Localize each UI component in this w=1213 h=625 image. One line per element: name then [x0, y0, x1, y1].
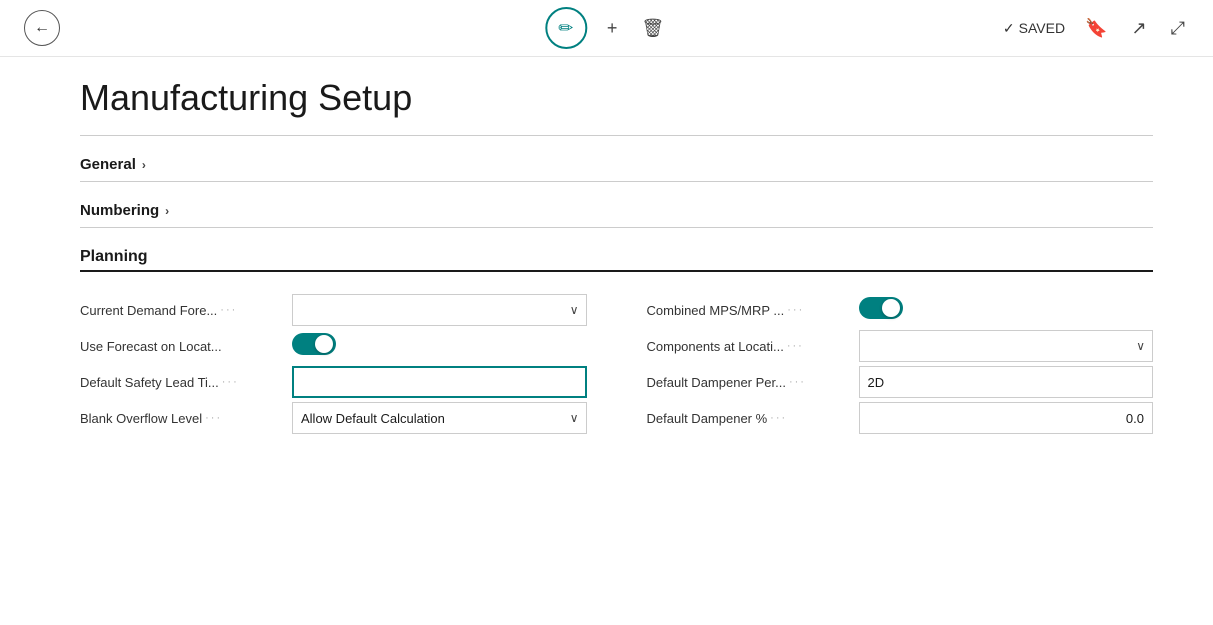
default-safety-lead-input[interactable]	[292, 366, 587, 398]
toggle-track	[292, 333, 336, 355]
toolbar-left: ←	[24, 10, 60, 46]
expand-button[interactable]: ⤢	[1167, 14, 1189, 43]
control-default-dampener-pct	[859, 402, 1154, 434]
toggle-thumb	[315, 335, 333, 353]
control-use-forecast-on-locat	[292, 333, 587, 360]
label-default-dampener-pct: Default Dampener % ···	[647, 411, 847, 426]
control-default-safety-lead	[292, 366, 587, 398]
toggle-thumb	[882, 299, 900, 317]
edit-button[interactable]: ✏	[545, 7, 587, 49]
general-label: General	[80, 156, 136, 173]
components-at-locati-select[interactable]: Option 1 Option 2	[859, 330, 1154, 362]
export-button[interactable]: ↗	[1128, 14, 1151, 43]
delete-button[interactable]: 🗑	[637, 14, 668, 43]
bookmark-icon: 🔖	[1085, 18, 1107, 39]
general-divider	[80, 181, 1153, 182]
label-default-dampener-per: Default Dampener Per... ···	[647, 375, 847, 390]
control-combined-mps-mrp	[859, 297, 1154, 324]
toolbar: ← ✏ + 🗑 ✓ SAVED 🔖 ↗ ⤢	[0, 0, 1213, 57]
control-current-demand-fore: Option 1 Option 2 ∨	[292, 294, 587, 326]
saved-check-icon: ✓	[1003, 20, 1015, 37]
bookmark-button[interactable]: 🔖	[1081, 14, 1111, 43]
default-dampener-per-input[interactable]	[859, 366, 1154, 398]
title-divider	[80, 135, 1153, 136]
expand-icon: ⤢	[1171, 18, 1185, 39]
page-title: Manufacturing Setup	[80, 77, 1153, 119]
export-icon: ↗	[1132, 18, 1147, 39]
form-row-default-safety-lead: Default Safety Lead Ti... ···	[80, 364, 587, 400]
planning-divider	[80, 270, 1153, 272]
page-content: Manufacturing Setup General › Numbering …	[0, 57, 1213, 456]
toolbar-right: ✓ SAVED 🔖 ↗ ⤢	[1003, 14, 1189, 43]
label-default-safety-lead: Default Safety Lead Ti... ···	[80, 375, 280, 390]
label-components-at-locati: Components at Locati... ···	[647, 339, 847, 354]
numbering-section-header[interactable]: Numbering ›	[80, 202, 1153, 219]
planning-form-grid: Current Demand Fore... ··· Option 1 Opti…	[80, 292, 1153, 436]
combined-mps-mrp-toggle[interactable]	[859, 297, 903, 319]
form-row-blank-overflow-level: Blank Overflow Level ··· Allow Default C…	[80, 400, 587, 436]
blank-overflow-level-select[interactable]: Allow Default Calculation Option 2 Optio…	[292, 402, 587, 434]
label-combined-mps-mrp: Combined MPS/MRP ... ···	[647, 303, 847, 318]
numbering-divider	[80, 227, 1153, 228]
saved-status: ✓ SAVED	[1003, 20, 1065, 37]
planning-right-column: Combined MPS/MRP ... ··· Compon	[647, 292, 1154, 436]
planning-left-column: Current Demand Fore... ··· Option 1 Opti…	[80, 292, 587, 436]
default-dampener-pct-input[interactable]	[859, 402, 1154, 434]
form-row-default-dampener-per: Default Dampener Per... ···	[647, 364, 1154, 400]
current-demand-fore-select[interactable]: Option 1 Option 2	[292, 294, 587, 326]
add-icon: +	[607, 18, 618, 39]
form-row-current-demand-fore: Current Demand Fore... ··· Option 1 Opti…	[80, 292, 587, 328]
planning-section: Planning Current Demand Fore... ··· Opti…	[80, 248, 1153, 436]
use-forecast-toggle[interactable]	[292, 333, 336, 355]
numbering-label: Numbering	[80, 202, 159, 219]
back-button[interactable]: ←	[24, 10, 60, 46]
control-components-at-locati: Option 1 Option 2 ∨	[859, 330, 1154, 362]
form-row-combined-mps-mrp: Combined MPS/MRP ... ···	[647, 292, 1154, 328]
delete-icon: 🗑	[641, 18, 664, 39]
form-row-use-forecast-on-locat: Use Forecast on Locat...	[80, 328, 587, 364]
edit-icon: ✏	[558, 18, 573, 39]
label-blank-overflow-level: Blank Overflow Level ···	[80, 411, 280, 426]
back-icon: ←	[34, 19, 50, 37]
control-default-dampener-per	[859, 366, 1154, 398]
numbering-chevron-icon: ›	[165, 204, 169, 218]
toggle-track	[859, 297, 903, 319]
label-current-demand-fore: Current Demand Fore... ···	[80, 303, 280, 318]
general-section-header[interactable]: General ›	[80, 156, 1153, 173]
general-chevron-icon: ›	[142, 158, 146, 172]
saved-label-text: SAVED	[1019, 20, 1065, 36]
add-button[interactable]: +	[603, 14, 622, 43]
form-row-components-at-locati: Components at Locati... ··· Option 1 Opt…	[647, 328, 1154, 364]
planning-title: Planning	[80, 248, 1153, 266]
label-use-forecast-on-locat: Use Forecast on Locat...	[80, 339, 280, 354]
control-blank-overflow-level: Allow Default Calculation Option 2 Optio…	[292, 402, 587, 434]
toolbar-center: ✏ + 🗑	[545, 7, 668, 49]
form-row-default-dampener-pct: Default Dampener % ···	[647, 400, 1154, 436]
